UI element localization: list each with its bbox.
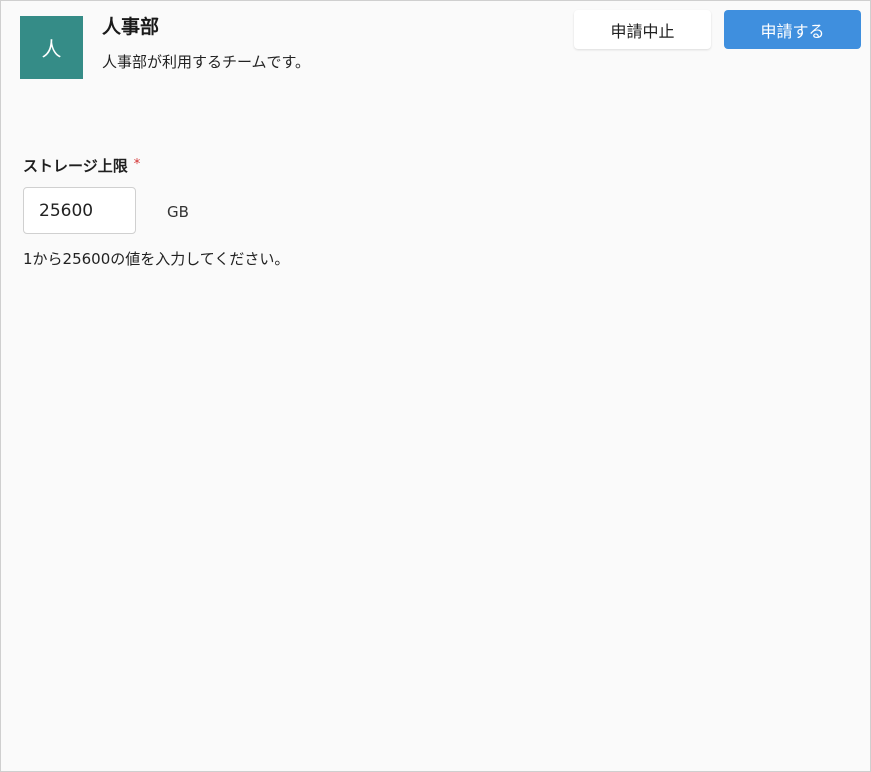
team-description: 人事部が利用するチームです。	[102, 53, 311, 71]
page-frame: 人 人事部 人事部が利用するチームです。 申請中止 申請する ストレージ上限 * …	[0, 0, 871, 772]
team-title: 人事部	[102, 16, 160, 38]
required-mark: *	[133, 157, 141, 172]
apply-label: 申請する	[760, 21, 825, 41]
cancel-request-button[interactable]: 申請中止	[574, 10, 711, 49]
team-avatar: 人	[20, 16, 83, 79]
apply-button[interactable]: 申請する	[724, 10, 861, 49]
storage-limit-label: ストレージ上限 *	[23, 155, 140, 176]
storage-limit-label-text: ストレージ上限	[23, 157, 128, 175]
storage-unit: GB	[167, 203, 189, 221]
team-avatar-letter: 人	[41, 37, 62, 61]
storage-limit-input[interactable]	[23, 187, 136, 234]
storage-hint: 1から25600の値を入力してください。	[23, 250, 290, 268]
cancel-request-label: 申請中止	[610, 21, 675, 41]
